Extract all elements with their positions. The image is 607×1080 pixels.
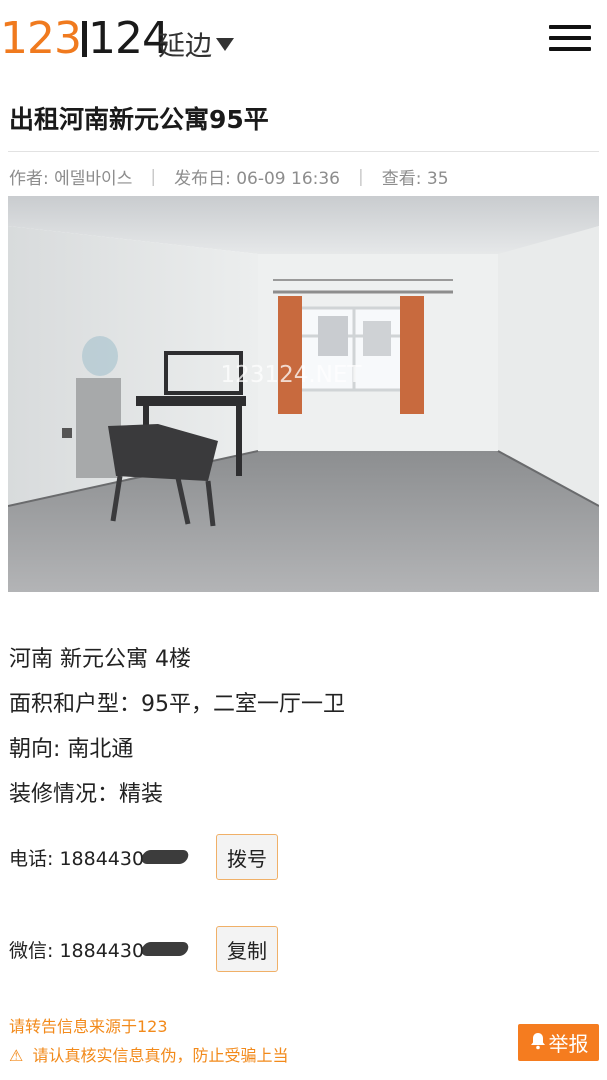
logo-part-dark: 124 [87,13,170,64]
fraud-warning: ⚠ 请认真核实信息真伪，防止受骗上当 [9,1042,288,1066]
view-count: 查看: 35 [381,169,449,189]
meta-separator: | [358,166,364,187]
redaction-mark [140,850,190,864]
site-header: 123 124 延边 [0,0,607,80]
phone-number: 电话: 1884430 [9,847,145,870]
logo-part-orange: 123 [0,13,82,64]
redaction-mark [140,942,190,956]
detail-area-layout: 面积和户型：95平，二室一厅一卫 [9,692,345,717]
listing-details: 河南 新元公寓 4楼 面积和户型：95平，二室一厅一卫 朝向: 南北通 装修情况… [9,642,345,822]
fraud-warning-text: 请认真核实信息真伪，防止受骗上当 [32,1046,289,1065]
hamburger-menu-icon[interactable] [549,23,591,53]
listing-photo[interactable]: 123124.NET [8,196,599,592]
title-divider [8,151,599,152]
city-selector[interactable]: 延边 [158,24,234,63]
publish-date: 发布日: 06-09 16:36 [174,169,341,189]
bell-icon [529,1031,547,1055]
logo-separator [81,21,87,57]
detail-orientation: 朝向: 南北通 [9,737,134,762]
warning-triangle-icon: ⚠ [9,1046,24,1065]
source-notice: 请转告信息来源于123 [9,1017,168,1036]
page-title: 出租河南新元公寓95平 [9,105,269,134]
meta-separator: | [150,166,157,187]
report-button[interactable]: 举报 [518,1024,599,1061]
room-photo-illustration: 123124.NET [8,196,599,592]
dial-button[interactable]: 拨号 [216,834,278,880]
detail-location: 河南 新元公寓 4楼 [9,647,191,672]
author-label: 作者: 에델바이스 [9,169,133,189]
phone-row: 电话: 1884430 [9,834,190,880]
site-logo[interactable]: 123 124 [0,13,170,64]
city-name: 延边 [158,31,212,62]
detail-decoration: 装修情况：精装 [9,782,164,807]
listing-meta: 作者: 에델바이스 | 发布日: 06-09 16:36 | 查看: 35 [9,164,449,190]
dropdown-triangle-icon [216,38,234,51]
photo-watermark: 123124.NET [221,362,363,388]
wechat-id: 微信: 1884430 [9,939,145,962]
report-label: 举报 [548,1032,589,1056]
copy-button[interactable]: 复制 [216,926,278,972]
wechat-row: 微信: 1884430 [9,926,190,972]
